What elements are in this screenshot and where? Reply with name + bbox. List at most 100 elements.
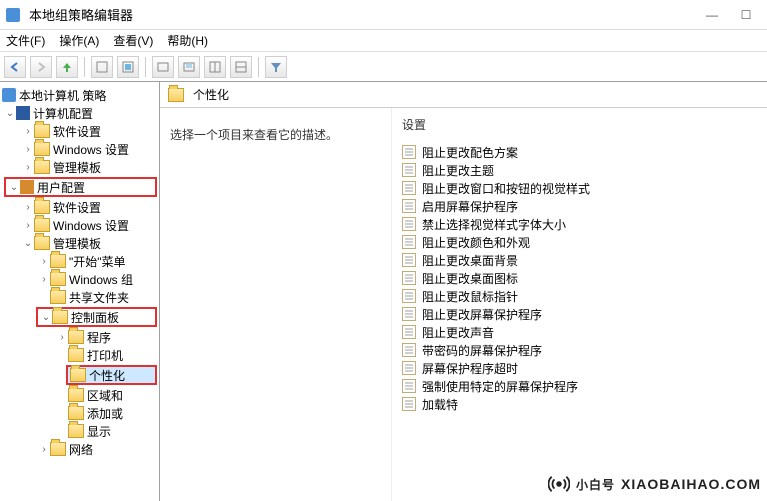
settings-list: 阻止更改配色方案阻止更改主题阻止更改窗口和按钮的视觉样式启用屏幕保护程序禁止选择…	[392, 143, 767, 413]
menu-help[interactable]: 帮助(H)	[167, 32, 208, 49]
watermark-brand: 小白号	[576, 476, 615, 493]
toolbar-btn-4[interactable]	[178, 56, 200, 78]
filter-button[interactable]	[265, 56, 287, 78]
policy-item-icon	[402, 379, 416, 393]
policy-item-icon	[402, 307, 416, 321]
toolbar-btn-6[interactable]	[230, 56, 252, 78]
chevron-down-icon[interactable]: ⌄	[4, 108, 16, 119]
folder-icon	[68, 348, 84, 362]
tree-item[interactable]: ›Windows 组	[0, 270, 159, 288]
tree-admin-templates[interactable]: ⌄管理模板	[0, 234, 159, 252]
setting-row[interactable]: 阻止更改鼠标指针	[392, 287, 767, 305]
chevron-right-icon[interactable]: ›	[38, 256, 50, 267]
settings-heading: 设置	[392, 116, 767, 143]
folder-icon	[34, 218, 50, 232]
chevron-right-icon[interactable]: ›	[38, 444, 50, 455]
minimize-button[interactable]: —	[697, 4, 727, 26]
tree-label: 添加或	[87, 405, 123, 422]
setting-label: 阻止更改主题	[422, 162, 494, 179]
setting-label: 阻止更改声音	[422, 324, 494, 341]
setting-row[interactable]: 阻止更改主题	[392, 161, 767, 179]
chevron-right-icon[interactable]: ›	[22, 126, 34, 137]
tree-label: 用户配置	[37, 179, 85, 196]
policy-item-icon	[402, 145, 416, 159]
setting-row[interactable]: 阻止更改颜色和外观	[392, 233, 767, 251]
chevron-right-icon[interactable]: ›	[38, 274, 50, 285]
setting-label: 阻止更改桌面图标	[422, 270, 518, 287]
tree-label: 计算机配置	[33, 105, 93, 122]
tree-label: 程序	[87, 329, 111, 346]
setting-row[interactable]: 阻止更改屏幕保护程序	[392, 305, 767, 323]
tree-label: 管理模板	[53, 159, 101, 176]
menu-view[interactable]: 查看(V)	[113, 32, 153, 49]
toolbar-btn-3[interactable]	[152, 56, 174, 78]
policy-item-icon	[402, 199, 416, 213]
tree-item[interactable]: 添加或	[0, 404, 159, 422]
tree-label: 网络	[69, 441, 93, 458]
setting-row[interactable]: 阻止更改桌面图标	[392, 269, 767, 287]
tree-item[interactable]: › 网络	[0, 440, 159, 458]
main-area: 本地计算机 策略 ⌄ 计算机配置 › 软件设置 ›Windows 设置 › 管理模板…	[0, 82, 767, 501]
setting-row[interactable]: 阻止更改窗口和按钮的视觉样式	[392, 179, 767, 197]
setting-label: 阻止更改配色方案	[422, 144, 518, 161]
chevron-down-icon[interactable]: ⌄	[22, 238, 34, 249]
nav-forward-button[interactable]	[30, 56, 52, 78]
tree-item[interactable]: ›Windows 设置	[0, 216, 159, 234]
menu-action[interactable]: 操作(A)	[59, 32, 99, 49]
setting-row[interactable]: 启用屏幕保护程序	[392, 197, 767, 215]
setting-row[interactable]: 加载特	[392, 395, 767, 413]
tree-item[interactable]: 共享文件夹	[0, 288, 159, 306]
toolbar-btn-1[interactable]	[91, 56, 113, 78]
tree-item[interactable]: › 管理模板	[0, 158, 159, 176]
tree-item[interactable]: › 程序	[0, 328, 159, 346]
tree-item[interactable]: ›软件设置	[0, 198, 159, 216]
chevron-down-icon[interactable]: ⌄	[8, 182, 20, 193]
chevron-right-icon[interactable]: ›	[22, 220, 34, 231]
nav-up-button[interactable]	[56, 56, 78, 78]
nav-tree[interactable]: 本地计算机 策略 ⌄ 计算机配置 › 软件设置 ›Windows 设置 › 管理模板…	[0, 82, 160, 501]
setting-row[interactable]: 强制使用特定的屏幕保护程序	[392, 377, 767, 395]
chevron-right-icon[interactable]: ›	[22, 162, 34, 173]
chevron-right-icon[interactable]: ›	[56, 332, 68, 343]
tree-label: 显示	[87, 423, 111, 440]
tree-computer-config[interactable]: ⌄ 计算机配置	[0, 104, 159, 122]
tree-item[interactable]: 打印机	[0, 346, 159, 364]
nav-back-button[interactable]	[4, 56, 26, 78]
setting-label: 加载特	[422, 396, 458, 413]
menu-file[interactable]: 文件(F)	[6, 32, 45, 49]
tree-item[interactable]: 显示	[0, 422, 159, 440]
toolbar-separator	[84, 57, 85, 77]
folder-icon	[50, 290, 66, 304]
highlight-control-panel: ⌄ 控制面板	[36, 307, 157, 327]
chevron-down-icon[interactable]: ⌄	[40, 312, 52, 323]
tree-label: 控制面板	[71, 309, 119, 326]
setting-row[interactable]: 阻止更改桌面背景	[392, 251, 767, 269]
tree-item[interactable]: ›Windows 设置	[0, 140, 159, 158]
chevron-right-icon[interactable]: ›	[22, 144, 34, 155]
tree-label: 区域和	[87, 387, 123, 404]
content-pane: 个性化 选择一个项目来查看它的描述。 设置 阻止更改配色方案阻止更改主题阻止更改…	[160, 82, 767, 501]
setting-row[interactable]: 带密码的屏幕保护程序	[392, 341, 767, 359]
toolbar-btn-5[interactable]	[204, 56, 226, 78]
setting-row[interactable]: 阻止更改声音	[392, 323, 767, 341]
folder-icon	[68, 330, 84, 344]
policy-item-icon	[402, 325, 416, 339]
tree-root[interactable]: 本地计算机 策略	[0, 86, 159, 104]
tree-item[interactable]: › 软件设置	[0, 122, 159, 140]
toolbar-btn-2[interactable]	[117, 56, 139, 78]
setting-label: 阻止更改桌面背景	[422, 252, 518, 269]
policy-item-icon	[402, 181, 416, 195]
folder-icon	[168, 88, 184, 102]
tree-item[interactable]: 区域和	[0, 386, 159, 404]
content-header: 个性化	[160, 82, 767, 108]
folder-icon	[34, 124, 50, 138]
tree-item[interactable]: ›"开始"菜单	[0, 252, 159, 270]
setting-row[interactable]: 禁止选择视觉样式字体大小	[392, 215, 767, 233]
watermark: 小白号 XIAOBAIHAO.COM	[548, 473, 761, 495]
folder-icon	[50, 442, 66, 456]
chevron-right-icon[interactable]: ›	[22, 202, 34, 213]
maximize-button[interactable]: ☐	[731, 4, 761, 26]
setting-row[interactable]: 屏幕保护程序超时	[392, 359, 767, 377]
tree-label: 软件设置	[53, 123, 101, 140]
setting-row[interactable]: 阻止更改配色方案	[392, 143, 767, 161]
